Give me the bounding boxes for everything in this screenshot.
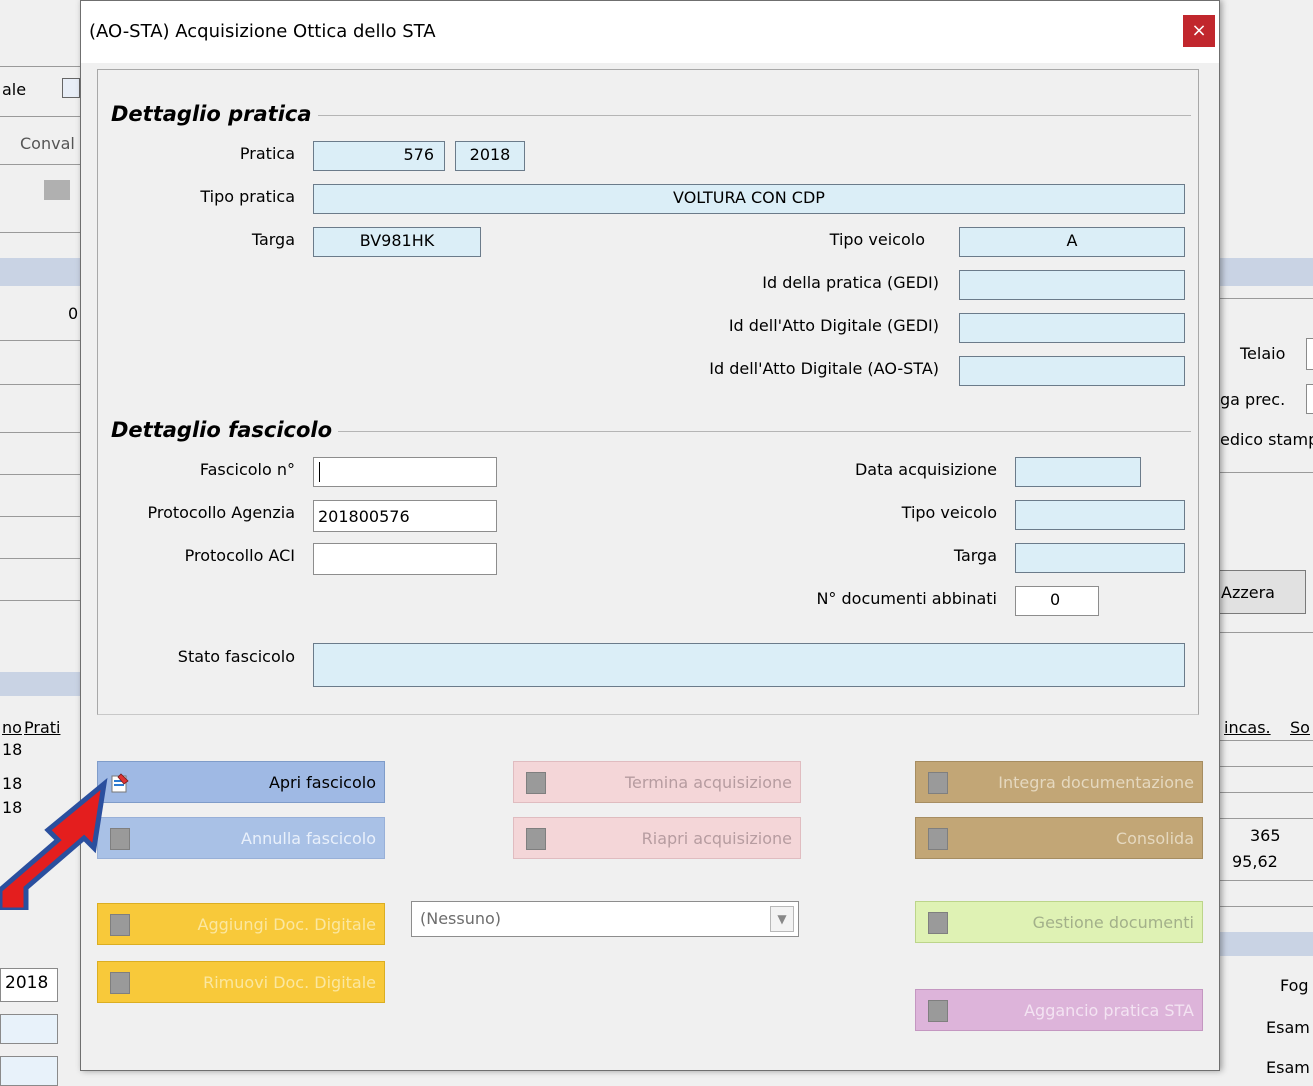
background-label-medico: edico stamp [1220,430,1313,449]
background-table-value: 95,62 [1232,852,1278,871]
background-table-header-prati[interactable]: Prati [24,718,60,737]
section-heading-pratica: Dettaglio pratica [111,102,318,126]
details-panel [97,69,1199,715]
chevron-down-icon[interactable]: ▼ [770,906,794,932]
targa-fascicolo-field[interactable] [1015,543,1185,573]
background-azzera-button[interactable]: Azzera [1216,570,1306,614]
close-button[interactable]: × [1183,15,1215,47]
disabled-icon [526,828,546,850]
integra-documentazione-button[interactable]: Integra documentazione [915,761,1203,803]
background-label-targa-prec: ga prec. [1220,390,1286,409]
acquisizione-dialog: (AO-STA) Acquisizione Ottica dello STA ×… [80,0,1220,1071]
id-atto-gedi-field[interactable] [959,313,1185,343]
termina-acquisizione-button[interactable]: Termina acquisizione [513,761,801,803]
label-fascicolo: Fascicolo n° [199,460,295,479]
document-type-select[interactable]: (Nessuno) ▼ [411,901,799,937]
disabled-icon [928,1000,948,1022]
aggiungi-doc-digitale-button[interactable]: Aggiungi Doc. Digitale [97,903,385,945]
gestione-documenti-button[interactable]: Gestione documenti [915,901,1203,943]
background-header-band-2 [0,672,80,696]
background-year-field[interactable]: 2018 [0,968,58,1002]
background-table-cell: 18 [2,740,23,759]
close-icon: × [1191,20,1207,41]
disabled-icon [110,914,130,936]
fascicolo-field[interactable] [313,457,497,487]
apri-fascicolo-button[interactable]: Apri fascicolo [97,761,385,803]
pratica-number-field[interactable]: 576 [313,141,445,171]
pratica-year-field[interactable]: 2018 [455,141,525,171]
dialog-title: (AO-STA) Acquisizione Ottica dello STA [89,21,436,42]
data-acquisizione-field[interactable] [1015,457,1141,487]
label-stato-fascicolo: Stato fascicolo [177,647,295,666]
background-targa-prec-field[interactable] [1306,384,1313,414]
background-zero-value: 0 [68,304,79,323]
annotation-arrow-icon [0,777,108,910]
tipo-veicolo-fascicolo-field[interactable] [1015,500,1185,530]
disabled-icon [928,772,948,794]
label-targa: Targa [251,230,295,249]
label-tipo-pratica: Tipo pratica [200,187,295,206]
label-id-atto-gedi: Id dell'Atto Digitale (GEDI) [728,316,939,335]
background-band-bottom [1220,932,1313,956]
id-pratica-gedi-field[interactable] [959,270,1185,300]
id-atto-aosta-field[interactable] [959,356,1185,386]
disabled-icon [526,772,546,794]
background-toolbar-icon[interactable] [62,78,80,98]
n-documenti-field[interactable]: 0 [1015,586,1099,616]
dialog-titlebar[interactable]: (AO-STA) Acquisizione Ottica dello STA × [81,1,1219,63]
background-label: Fog [1280,976,1309,995]
label-pratica: Pratica [239,144,295,163]
protocollo-agenzia-field[interactable]: 201800576 [313,500,497,532]
background-telaio-field[interactable] [1306,338,1313,370]
background-label-telaio: Telaio [1240,344,1286,363]
label-data-acquisizione: Data acquisizione [854,460,997,479]
label-protocollo-aci: Protocollo ACI [184,546,295,565]
tipo-veicolo-field[interactable]: A [959,227,1185,257]
label-targa-fascicolo: Targa [953,546,997,565]
section-heading-fascicolo: Dettaglio fascicolo [111,418,339,442]
text-cursor [319,461,320,482]
label-tipo-veicolo-fascicolo: Tipo veicolo [901,503,997,522]
disabled-icon [928,912,948,934]
disabled-icon [928,828,948,850]
rimuovi-doc-digitale-button[interactable]: Rimuovi Doc. Digitale [97,961,385,1003]
targa-field[interactable]: BV981HK [313,227,481,257]
tipo-pratica-field[interactable]: VOLTURA CON CDP [313,184,1185,214]
aggancio-pratica-sta-button[interactable]: Aggancio pratica STA [915,989,1203,1031]
background-field[interactable] [0,1056,58,1086]
annulla-fascicolo-button[interactable]: Annulla fascicolo [97,817,385,859]
label-tipo-veicolo: Tipo veicolo [829,230,925,249]
label-id-pratica-gedi: Id della pratica (GEDI) [762,273,939,292]
background-label: Esam [1266,1018,1310,1037]
background-table-header-no[interactable]: no [2,718,22,737]
consolida-button[interactable]: Consolida [915,817,1203,859]
background-header-band [0,258,80,286]
disabled-icon [110,972,130,994]
background-table-header-incas[interactable]: incas. [1224,718,1271,737]
protocollo-aci-field[interactable] [313,543,497,575]
background-label: Esam [1266,1058,1310,1077]
label-id-atto-aosta: Id dell'Atto Digitale (AO-STA) [709,359,939,378]
label-n-documenti: N° documenti abbinati [816,589,997,608]
background-table-value: 365 [1250,826,1281,845]
background-field[interactable] [0,1014,58,1044]
label-protocollo-agenzia: Protocollo Agenzia [147,503,295,522]
background-table-header-so[interactable]: So [1290,718,1310,737]
stato-fascicolo-field[interactable] [313,643,1185,687]
background-tab-conval[interactable]: Conval [20,134,75,153]
background-toolbar-text: ale [2,80,27,99]
background-toolbar-arrow-icon[interactable] [44,180,70,200]
background-header-band-right [1220,258,1313,286]
riapri-acquisizione-button[interactable]: Riapri acquisizione [513,817,801,859]
